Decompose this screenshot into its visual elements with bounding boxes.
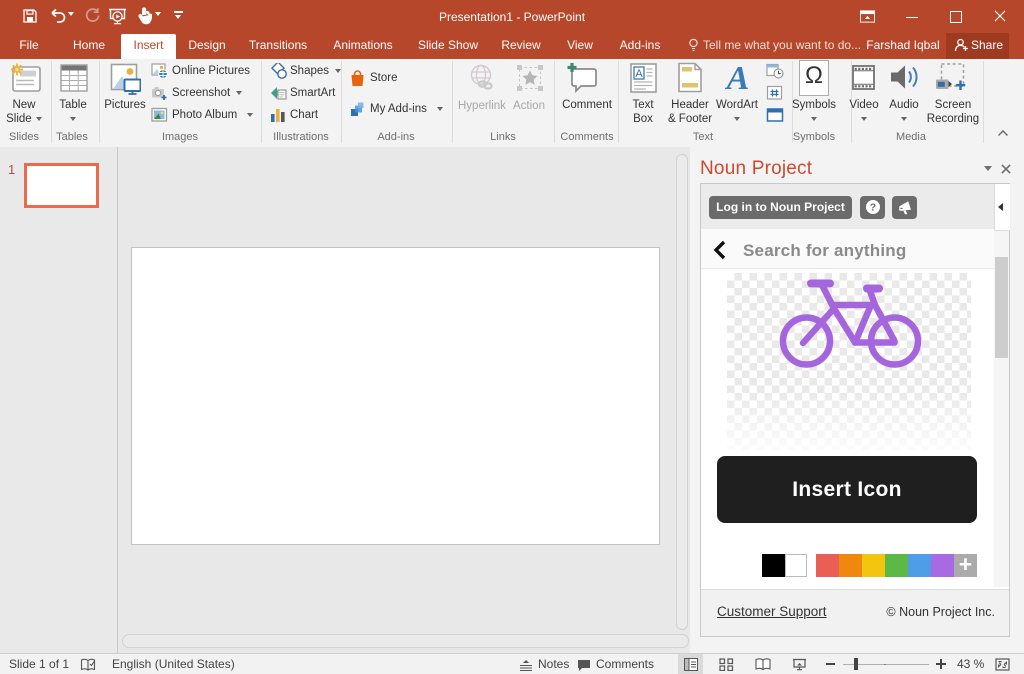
svg-text:?: ? [870,202,876,214]
svg-text:A: A [635,68,643,80]
svg-text:A: A [725,62,750,94]
